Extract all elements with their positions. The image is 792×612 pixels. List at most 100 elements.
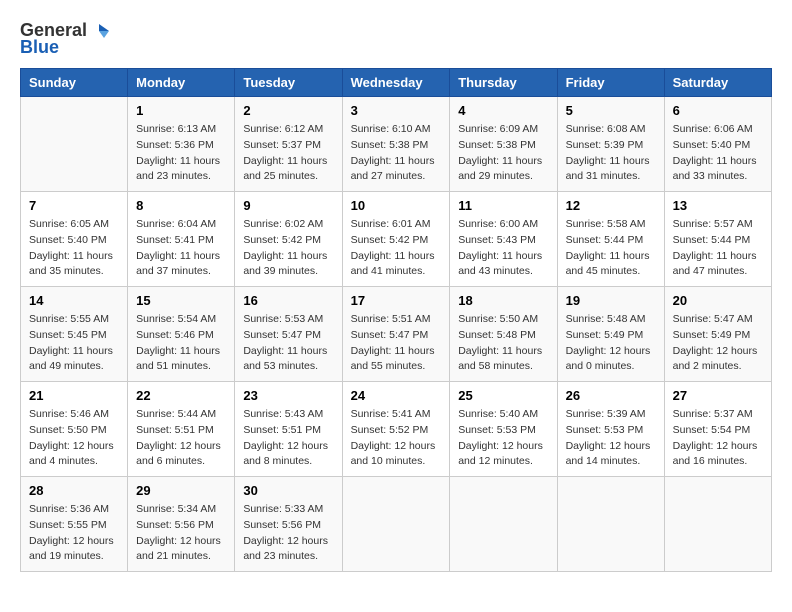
day-number: 30 bbox=[243, 483, 333, 498]
day-number: 3 bbox=[351, 103, 442, 118]
day-number: 2 bbox=[243, 103, 333, 118]
calendar-day-cell: 2 Sunrise: 6:12 AMSunset: 5:37 PMDaylight… bbox=[235, 97, 342, 192]
day-detail: Sunrise: 5:58 AMSunset: 5:44 PMDaylight:… bbox=[566, 217, 656, 280]
day-number: 17 bbox=[351, 293, 442, 308]
day-detail: Sunrise: 6:09 AMSunset: 5:38 PMDaylight:… bbox=[458, 122, 548, 185]
day-number: 23 bbox=[243, 388, 333, 403]
day-detail: Sunrise: 5:44 AMSunset: 5:51 PMDaylight:… bbox=[136, 407, 226, 470]
calendar-day-cell bbox=[664, 477, 771, 572]
calendar-day-cell: 19 Sunrise: 5:48 AMSunset: 5:49 PMDayligh… bbox=[557, 287, 664, 382]
calendar-day-cell: 18Sunrise: 5:50 AMSunset: 5:48 PMDayligh… bbox=[450, 287, 557, 382]
day-number: 29 bbox=[136, 483, 226, 498]
calendar-day-cell: 28 Sunrise: 5:36 AMSunset: 5:55 PMDayligh… bbox=[21, 477, 128, 572]
calendar-day-cell: 29 Sunrise: 5:34 AMSunset: 5:56 PMDayligh… bbox=[128, 477, 235, 572]
calendar-day-cell: 4Sunrise: 6:09 AMSunset: 5:38 PMDaylight… bbox=[450, 97, 557, 192]
day-of-week-header: Monday bbox=[128, 69, 235, 97]
day-detail: Sunrise: 5:57 AMSunset: 5:44 PMDaylight:… bbox=[673, 217, 763, 280]
calendar-day-cell: 14 Sunrise: 5:55 AMSunset: 5:45 PMDayligh… bbox=[21, 287, 128, 382]
day-number: 10 bbox=[351, 198, 442, 213]
day-detail: Sunrise: 5:54 AMSunset: 5:46 PMDaylight:… bbox=[136, 312, 226, 375]
day-detail: Sunrise: 6:06 AMSunset: 5:40 PMDaylight:… bbox=[673, 122, 763, 185]
day-number: 5 bbox=[566, 103, 656, 118]
day-detail: Sunrise: 6:10 AMSunset: 5:38 PMDaylight:… bbox=[351, 122, 442, 185]
calendar-week-row: 21Sunrise: 5:46 AMSunset: 5:50 PMDayligh… bbox=[21, 382, 772, 477]
calendar-day-cell bbox=[557, 477, 664, 572]
day-detail: Sunrise: 5:48 AMSunset: 5:49 PMDaylight:… bbox=[566, 312, 656, 375]
calendar-day-cell: 15 Sunrise: 5:54 AMSunset: 5:46 PMDayligh… bbox=[128, 287, 235, 382]
day-detail: Sunrise: 5:43 AMSunset: 5:51 PMDaylight:… bbox=[243, 407, 333, 470]
logo-blue: Blue bbox=[20, 37, 59, 58]
day-detail: Sunrise: 6:12 AMSunset: 5:37 PMDaylight:… bbox=[243, 122, 333, 185]
day-number: 9 bbox=[243, 198, 333, 213]
calendar-day-cell: 22 Sunrise: 5:44 AMSunset: 5:51 PMDayligh… bbox=[128, 382, 235, 477]
calendar-table: SundayMondayTuesdayWednesdayThursdayFrid… bbox=[20, 68, 772, 572]
calendar-day-cell: 27 Sunrise: 5:37 AMSunset: 5:54 PMDayligh… bbox=[664, 382, 771, 477]
day-number: 15 bbox=[136, 293, 226, 308]
calendar-day-cell: 12 Sunrise: 5:58 AMSunset: 5:44 PMDayligh… bbox=[557, 192, 664, 287]
day-number: 11 bbox=[458, 198, 548, 213]
calendar-week-row: 28 Sunrise: 5:36 AMSunset: 5:55 PMDayligh… bbox=[21, 477, 772, 572]
day-number: 13 bbox=[673, 198, 763, 213]
day-of-week-header: Sunday bbox=[21, 69, 128, 97]
day-detail: Sunrise: 5:53 AMSunset: 5:47 PMDaylight:… bbox=[243, 312, 333, 375]
calendar-week-row: 14 Sunrise: 5:55 AMSunset: 5:45 PMDayligh… bbox=[21, 287, 772, 382]
day-detail: Sunrise: 5:37 AMSunset: 5:54 PMDaylight:… bbox=[673, 407, 763, 470]
day-number: 14 bbox=[29, 293, 119, 308]
day-detail: Sunrise: 5:47 AMSunset: 5:49 PMDaylight:… bbox=[673, 312, 763, 375]
day-number: 24 bbox=[351, 388, 442, 403]
day-of-week-header: Saturday bbox=[664, 69, 771, 97]
day-number: 12 bbox=[566, 198, 656, 213]
day-number: 22 bbox=[136, 388, 226, 403]
day-number: 7 bbox=[29, 198, 119, 213]
calendar-week-row: 7 Sunrise: 6:05 AMSunset: 5:40 PMDaylight… bbox=[21, 192, 772, 287]
day-number: 19 bbox=[566, 293, 656, 308]
calendar-day-cell: 21Sunrise: 5:46 AMSunset: 5:50 PMDayligh… bbox=[21, 382, 128, 477]
calendar-day-cell: 30 Sunrise: 5:33 AMSunset: 5:56 PMDayligh… bbox=[235, 477, 342, 572]
calendar-day-cell: 3 Sunrise: 6:10 AMSunset: 5:38 PMDaylight… bbox=[342, 97, 450, 192]
logo-bird-icon bbox=[89, 22, 111, 40]
calendar-day-cell bbox=[21, 97, 128, 192]
day-detail: Sunrise: 6:04 AMSunset: 5:41 PMDaylight:… bbox=[136, 217, 226, 280]
day-detail: Sunrise: 5:55 AMSunset: 5:45 PMDaylight:… bbox=[29, 312, 119, 375]
calendar-day-cell: 7 Sunrise: 6:05 AMSunset: 5:40 PMDaylight… bbox=[21, 192, 128, 287]
day-detail: Sunrise: 6:08 AMSunset: 5:39 PMDaylight:… bbox=[566, 122, 656, 185]
day-number: 27 bbox=[673, 388, 763, 403]
calendar-header-row: SundayMondayTuesdayWednesdayThursdayFrid… bbox=[21, 69, 772, 97]
day-detail: Sunrise: 6:05 AMSunset: 5:40 PMDaylight:… bbox=[29, 217, 119, 280]
calendar-day-cell: 26 Sunrise: 5:39 AMSunset: 5:53 PMDayligh… bbox=[557, 382, 664, 477]
day-number: 6 bbox=[673, 103, 763, 118]
day-of-week-header: Tuesday bbox=[235, 69, 342, 97]
day-detail: Sunrise: 5:33 AMSunset: 5:56 PMDaylight:… bbox=[243, 502, 333, 565]
calendar-day-cell: 11Sunrise: 6:00 AMSunset: 5:43 PMDayligh… bbox=[450, 192, 557, 287]
day-detail: Sunrise: 5:39 AMSunset: 5:53 PMDaylight:… bbox=[566, 407, 656, 470]
calendar-day-cell: 1Sunrise: 6:13 AMSunset: 5:36 PMDaylight… bbox=[128, 97, 235, 192]
day-number: 26 bbox=[566, 388, 656, 403]
day-number: 16 bbox=[243, 293, 333, 308]
day-of-week-header: Thursday bbox=[450, 69, 557, 97]
calendar-day-cell: 8 Sunrise: 6:04 AMSunset: 5:41 PMDaylight… bbox=[128, 192, 235, 287]
logo-container: General Blue bbox=[20, 20, 111, 58]
calendar-day-cell: 24 Sunrise: 5:41 AMSunset: 5:52 PMDayligh… bbox=[342, 382, 450, 477]
calendar-day-cell bbox=[342, 477, 450, 572]
calendar-day-cell: 20 Sunrise: 5:47 AMSunset: 5:49 PMDayligh… bbox=[664, 287, 771, 382]
calendar-day-cell: 9Sunrise: 6:02 AMSunset: 5:42 PMDaylight… bbox=[235, 192, 342, 287]
day-number: 1 bbox=[136, 103, 226, 118]
day-number: 20 bbox=[673, 293, 763, 308]
logo: General Blue bbox=[20, 20, 111, 58]
calendar-body: 1Sunrise: 6:13 AMSunset: 5:36 PMDaylight… bbox=[21, 97, 772, 572]
day-detail: Sunrise: 5:36 AMSunset: 5:55 PMDaylight:… bbox=[29, 502, 119, 565]
calendar-day-cell: 13 Sunrise: 5:57 AMSunset: 5:44 PMDayligh… bbox=[664, 192, 771, 287]
day-number: 8 bbox=[136, 198, 226, 213]
calendar-day-cell: 25Sunrise: 5:40 AMSunset: 5:53 PMDayligh… bbox=[450, 382, 557, 477]
day-detail: Sunrise: 5:46 AMSunset: 5:50 PMDaylight:… bbox=[29, 407, 119, 470]
calendar-day-cell: 23 Sunrise: 5:43 AMSunset: 5:51 PMDayligh… bbox=[235, 382, 342, 477]
day-of-week-header: Friday bbox=[557, 69, 664, 97]
day-number: 28 bbox=[29, 483, 119, 498]
day-detail: Sunrise: 5:50 AMSunset: 5:48 PMDaylight:… bbox=[458, 312, 548, 375]
day-detail: Sunrise: 5:34 AMSunset: 5:56 PMDaylight:… bbox=[136, 502, 226, 565]
page-header: General Blue bbox=[20, 20, 772, 58]
day-detail: Sunrise: 5:41 AMSunset: 5:52 PMDaylight:… bbox=[351, 407, 442, 470]
calendar-day-cell: 6 Sunrise: 6:06 AMSunset: 5:40 PMDaylight… bbox=[664, 97, 771, 192]
day-number: 25 bbox=[458, 388, 548, 403]
calendar-day-cell: 10Sunrise: 6:01 AMSunset: 5:42 PMDayligh… bbox=[342, 192, 450, 287]
